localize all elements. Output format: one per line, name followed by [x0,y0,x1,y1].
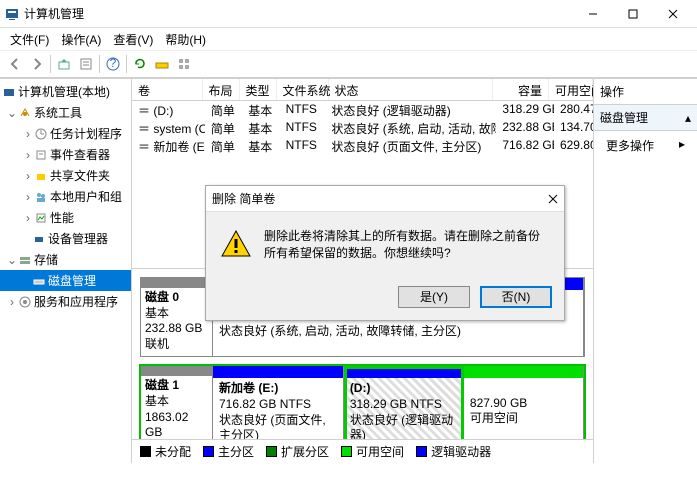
dialog-title: 删除 简单卷 [212,190,548,207]
col-layout[interactable]: 布局 [203,79,240,100]
title-bar: 计算机管理 [0,0,697,28]
disk-view-icon[interactable] [151,53,173,75]
disk-1[interactable]: 磁盘 1基本1863.02 GB联机 新加卷 (E:)716.82 GB NTF… [140,365,585,439]
disk-header: 磁盘 0基本232.88 GB联机 [141,278,213,356]
app-icon [4,6,20,22]
no-button[interactable]: 否(N) [480,286,552,308]
settings-view-icon[interactable] [173,53,195,75]
maximize-button[interactable] [613,0,653,28]
properties-icon[interactable] [75,53,97,75]
menu-action[interactable]: 操作(A) [55,29,107,50]
legend-logical: 逻辑驱动器 [431,443,491,460]
yes-button[interactable]: 是(Y) [398,286,470,308]
partition-e[interactable]: 新加卷 (E:)716.82 GB NTFS状态良好 (页面文件, 主分区) [213,366,344,439]
tree-diskmgmt[interactable]: 磁盘管理 [0,270,131,291]
svg-text:?: ? [110,57,117,70]
chevron-up-icon: ▴ [685,111,691,125]
menu-file[interactable]: 文件(F) [4,29,55,50]
dialog-message: 删除此卷将清除其上的所有数据。请在删除之前备份所有希望保留的数据。你想继续吗? [264,228,550,262]
tree-devmgr[interactable]: 设备管理器 [0,228,131,249]
actions-panel: 操作 磁盘管理▴ 更多操作▸ [593,79,697,463]
actions-context[interactable]: 磁盘管理▴ [594,105,697,131]
partition-free[interactable]: 827.90 GB可用空间 [464,366,584,439]
legend-unalloc: 未分配 [155,443,191,460]
minimize-button[interactable] [573,0,613,28]
up-icon[interactable] [53,53,75,75]
volume-row[interactable]: ＝ (D:)简单基本NTFS状态良好 (逻辑驱动器)318.29 GB280.4… [132,101,593,119]
close-button[interactable] [653,0,693,28]
menu-view[interactable]: 查看(V) [107,29,159,50]
menu-help[interactable]: 帮助(H) [159,29,212,50]
col-fs[interactable]: 文件系统 [277,79,329,100]
col-capacity[interactable]: 容量 [493,79,549,100]
collapse-icon[interactable]: ⌄ [6,253,18,267]
legend: 未分配 主分区 扩展分区 可用空间 逻辑驱动器 [132,439,593,463]
disk-header: 磁盘 1基本1863.02 GB联机 [141,366,213,439]
more-actions[interactable]: 更多操作▸ [594,131,697,160]
col-volume[interactable]: 卷 [132,79,203,100]
toolbar: ? [0,50,697,78]
tree-root[interactable]: 计算机管理(本地) [0,81,131,102]
window-title: 计算机管理 [24,5,573,22]
tree-systools[interactable]: ⌄系统工具 [0,102,131,123]
help-icon[interactable]: ? [102,53,124,75]
tree-services[interactable]: ›服务和应用程序 [0,291,131,312]
collapse-icon[interactable]: ⌄ [6,106,18,120]
menu-bar: 文件(F) 操作(A) 查看(V) 帮助(H) [0,28,697,50]
back-icon[interactable] [4,53,26,75]
forward-icon[interactable] [26,53,48,75]
legend-free: 可用空间 [356,443,404,460]
tree-events[interactable]: ›事件查看器 [0,144,131,165]
tree-storage[interactable]: ⌄存储 [0,249,131,270]
volume-list-header: 卷 布局 类型 文件系统 状态 容量 可用空间 [132,79,593,101]
partition-d[interactable]: (D:)318.29 GB NTFS状态良好 (逻辑驱动器) [344,366,464,439]
volume-row[interactable]: ＝ system (C:)简单基本NTFS状态良好 (系统, 启动, 活动, 故… [132,119,593,137]
refresh-icon[interactable] [129,53,151,75]
confirm-dialog: 删除 简单卷 删除此卷将清除其上的所有数据。请在删除之前备份所有希望保留的数据。… [205,185,565,321]
navigation-tree: 计算机管理(本地) ⌄系统工具 ›任务计划程序 ›事件查看器 ›共享文件夹 ›本… [0,79,132,463]
legend-primary: 主分区 [218,443,254,460]
col-free[interactable]: 可用空间 [549,79,593,100]
volume-row[interactable]: ＝ 新加卷 (E:)简单基本NTFS状态良好 (页面文件, 主分区)716.82… [132,137,593,155]
tree-scheduler[interactable]: ›任务计划程序 [0,123,131,144]
warning-icon [220,228,252,260]
chevron-right-icon: ▸ [679,137,685,154]
col-type[interactable]: 类型 [240,79,277,100]
tree-users[interactable]: ›本地用户和组 [0,186,131,207]
tree-shares[interactable]: ›共享文件夹 [0,165,131,186]
actions-title: 操作 [594,79,697,105]
legend-extended: 扩展分区 [281,443,329,460]
dialog-close-icon[interactable] [548,194,558,204]
col-status[interactable]: 状态 [329,79,494,100]
tree-perf[interactable]: ›性能 [0,207,131,228]
